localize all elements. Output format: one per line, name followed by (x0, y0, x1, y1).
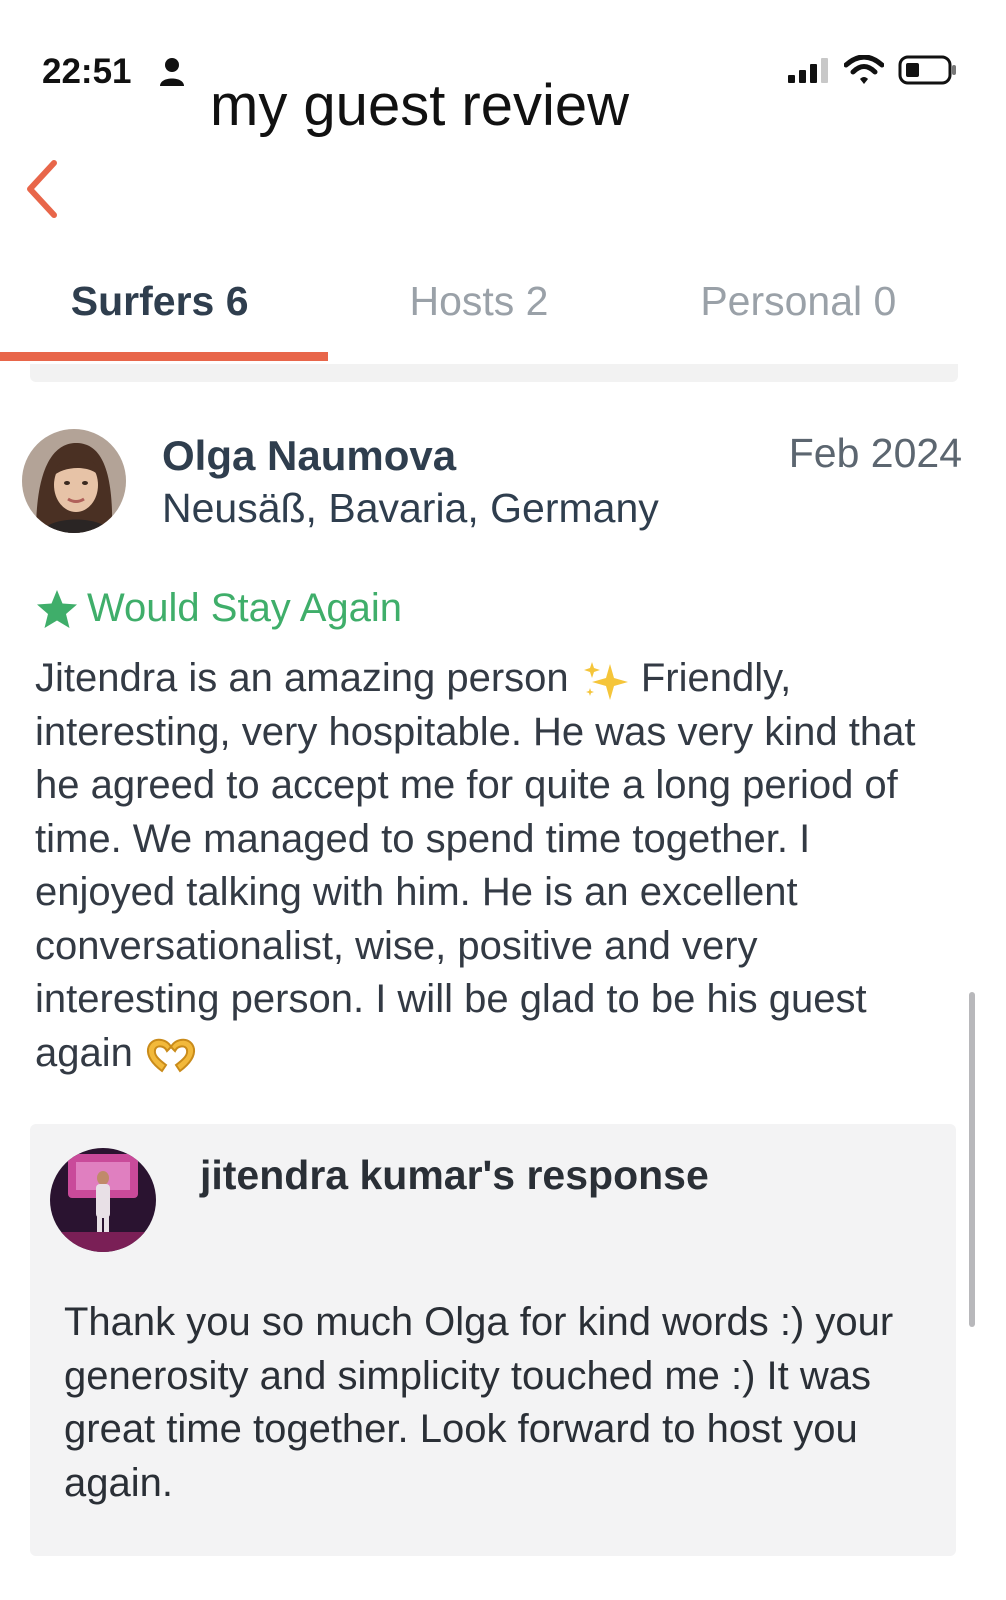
person-icon (160, 58, 184, 86)
overlay-title: my guest review (210, 73, 630, 138)
wifi-icon (844, 55, 884, 84)
reviewer-name[interactable]: Olga Naumova (162, 432, 456, 480)
response-text: Thank you so much Olga for kind words :)… (64, 1300, 894, 1505)
tab-divider (30, 364, 958, 382)
recommendation-badge: Would Stay Again (35, 586, 402, 631)
status-icons (788, 54, 958, 86)
star-icon (37, 589, 77, 628)
signal-icon (788, 58, 828, 83)
heart-hands-icon (146, 1038, 195, 1073)
tab-surfers[interactable]: Surfers 6 (0, 262, 319, 362)
reviewer-avatar[interactable] (22, 429, 126, 533)
review-text-part-2: Friendly, interesting, very hospitable. … (35, 656, 916, 1075)
battery-icon (898, 55, 956, 85)
review-date: Feb 2024 (788, 430, 962, 476)
status-time: 22:51 (42, 52, 132, 91)
host-avatar[interactable] (50, 1148, 156, 1252)
review-text-part-1: Jitendra is an amazing person (35, 656, 580, 700)
review-text: Jitendra is an amazing person Friendly, … (35, 652, 935, 1080)
recommendation-label: Would Stay Again (87, 586, 403, 630)
tab-personal[interactable]: Personal 0 (639, 262, 958, 362)
sparkles-icon (583, 662, 628, 701)
review-tabs: Surfers 6 Hosts 2 Personal 0 (0, 262, 958, 362)
scrollbar[interactable] (969, 992, 975, 1327)
response-title: jitendra kumar's response (200, 1152, 709, 1198)
active-tab-indicator (0, 352, 328, 361)
back-chevron-icon[interactable] (18, 155, 68, 223)
reviewer-location: Neusäß, Bavaria, Germany (162, 485, 659, 531)
tab-hosts[interactable]: Hosts 2 (319, 262, 638, 362)
